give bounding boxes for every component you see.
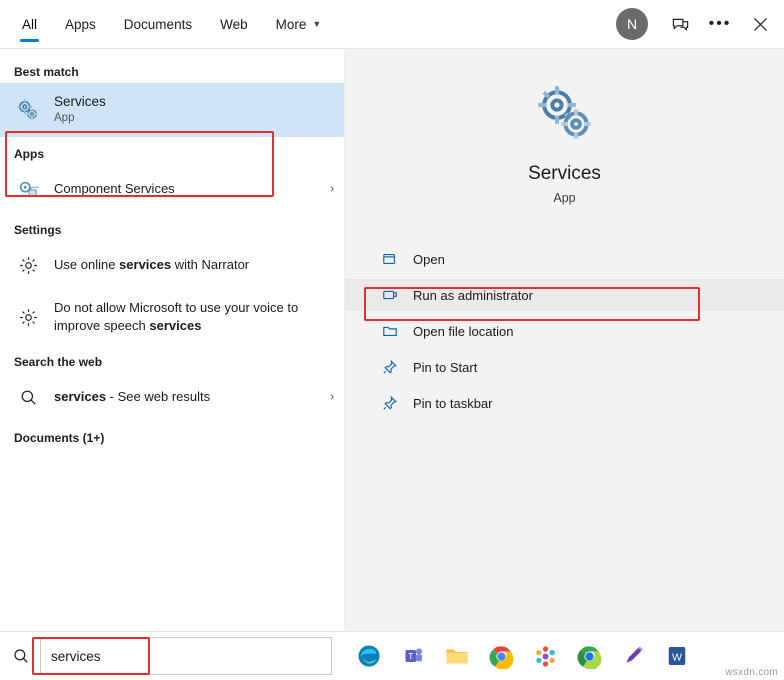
chevron-down-icon: ▼: [312, 19, 322, 29]
action-open-label: Open: [413, 251, 445, 267]
tab-apps-label: Apps: [65, 16, 96, 32]
action-pin-to-taskbar[interactable]: Pin to taskbar: [345, 387, 784, 419]
tab-more[interactable]: More ▼: [262, 0, 336, 48]
tab-all-label: All: [22, 16, 38, 32]
action-open-file-location-label: Open file location: [413, 323, 514, 339]
open-window-icon: [381, 251, 399, 267]
watermark: wsxdn.com: [725, 667, 778, 678]
documents-header: Documents (1+): [14, 431, 105, 445]
photos-icon[interactable]: [530, 639, 560, 673]
pin-icon: [381, 359, 399, 375]
chevron-right-icon[interactable]: ›: [330, 183, 334, 195]
tab-web[interactable]: Web: [206, 0, 262, 48]
result-setting-speech[interactable]: Do not allow Microsoft to use your voice…: [0, 289, 344, 345]
search-input-box[interactable]: [40, 637, 332, 675]
app-hero: Services App: [345, 49, 784, 205]
web-search-icon: [14, 388, 42, 407]
settings-gear-icon: [14, 255, 42, 276]
tab-apps[interactable]: Apps: [51, 0, 110, 48]
taskbar-search-area: [0, 632, 344, 680]
best-match-subtitle: App: [54, 112, 75, 125]
app-title: Services: [528, 163, 601, 184]
search-category-tabs: All Apps Documents Web More ▼: [0, 0, 335, 48]
services-gears-icon: [345, 77, 784, 149]
component-services-icon: [14, 178, 42, 200]
settings-header: Settings: [14, 223, 62, 237]
best-match-header: Best match: [14, 65, 79, 79]
result-best-match-services[interactable]: Services App: [0, 83, 344, 137]
header-right-controls: N •••: [616, 0, 784, 48]
results-list-pane: Best match Services App Apps Component S…: [0, 49, 344, 631]
result-web-services[interactable]: services - See web results ›: [0, 373, 344, 421]
tab-documents[interactable]: Documents: [110, 0, 206, 48]
feedback-icon[interactable]: [660, 0, 700, 48]
chrome-icon[interactable]: [486, 639, 516, 673]
app-preview-pane: Services App Open Run as administrator O…: [344, 49, 784, 631]
web-header: Search the web: [14, 355, 103, 369]
avatar[interactable]: N: [616, 8, 648, 40]
tab-web-label: Web: [220, 16, 248, 32]
result-setting-speech-label: Do not allow Microsoft to use your voice…: [54, 300, 299, 333]
search-input[interactable]: [41, 648, 331, 664]
pin-icon: [381, 395, 399, 411]
teams-icon[interactable]: T: [398, 639, 428, 673]
folder-icon: [381, 323, 399, 339]
search-header-bar: All Apps Documents Web More ▼ N •••: [0, 0, 784, 49]
settings-gear-icon: [14, 307, 42, 328]
search-icon[interactable]: [12, 647, 30, 665]
action-run-as-administrator[interactable]: Run as administrator: [345, 279, 784, 311]
chevron-right-icon[interactable]: ›: [330, 391, 334, 403]
tab-documents-label: Documents: [123, 16, 193, 32]
action-pin-to-taskbar-label: Pin to taskbar: [413, 395, 493, 411]
snip-sketch-icon[interactable]: [618, 639, 648, 673]
close-icon[interactable]: [740, 0, 780, 48]
edge-icon[interactable]: [354, 639, 384, 673]
apps-header: Apps: [14, 147, 44, 161]
result-setting-narrator[interactable]: Use online services with Narrator: [0, 241, 344, 289]
avatar-initial: N: [626, 16, 638, 32]
action-open-file-location[interactable]: Open file location: [345, 315, 784, 347]
tab-more-label: More: [275, 16, 307, 32]
app-type: App: [553, 191, 576, 205]
result-component-services-label: Component Services: [54, 181, 175, 197]
action-run-as-administrator-label: Run as administrator: [413, 287, 533, 303]
shield-run-icon: [381, 287, 399, 303]
taskbar: T: [0, 631, 784, 680]
result-component-services[interactable]: Component Services ›: [0, 165, 344, 213]
result-setting-narrator-label: Use online services with Narrator: [54, 257, 250, 273]
search-flyout-window: All Apps Documents Web More ▼ N ••• Best…: [0, 0, 784, 680]
app-actions-list: Open Run as administrator Open file loca…: [345, 243, 784, 419]
ellipsis-icon[interactable]: •••: [700, 0, 740, 48]
file-explorer-icon[interactable]: [442, 639, 472, 673]
tab-all[interactable]: All: [8, 0, 51, 48]
svg-text:T: T: [408, 652, 413, 661]
svg-text:W: W: [672, 652, 682, 664]
search-results-area: Best match Services App Apps Component S…: [0, 49, 784, 631]
action-pin-to-start-label: Pin to Start: [413, 359, 478, 375]
word-icon[interactable]: W: [662, 639, 692, 673]
action-open[interactable]: Open: [345, 243, 784, 275]
result-web-services-label: services - See web results: [54, 389, 211, 405]
action-pin-to-start[interactable]: Pin to Start: [345, 351, 784, 383]
best-match-title: Services: [54, 94, 106, 110]
taskbar-app-icons: T W: [344, 639, 692, 673]
services-gears-icon: [14, 97, 42, 123]
chrome-beta-icon[interactable]: [574, 639, 604, 673]
